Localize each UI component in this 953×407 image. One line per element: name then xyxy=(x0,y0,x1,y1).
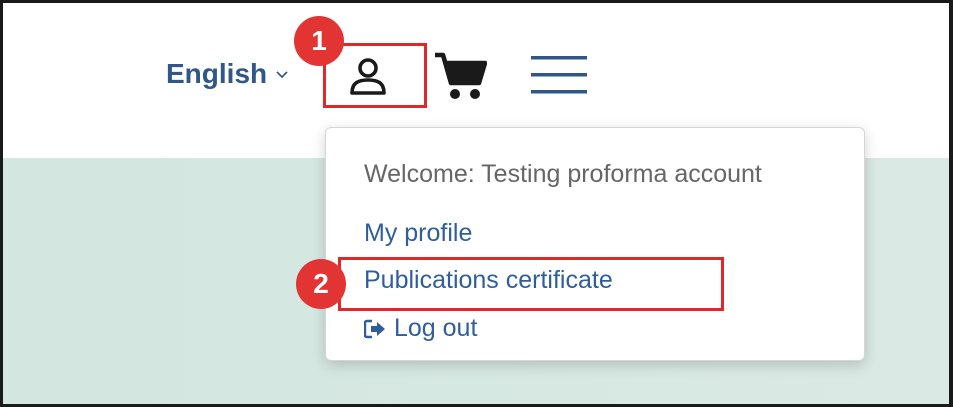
welcome-message: Welcome: Testing proforma account xyxy=(364,160,762,188)
menu-item-log-out[interactable]: Log out xyxy=(364,314,477,343)
step-badge-1: 1 xyxy=(294,16,344,66)
step-badge-2: 2 xyxy=(296,259,346,309)
cart-button[interactable] xyxy=(433,51,488,101)
log-out-label: Log out xyxy=(394,314,478,342)
hamburger-menu-button[interactable] xyxy=(531,55,587,95)
chevron-down-icon xyxy=(276,71,288,79)
menu-item-my-profile[interactable]: My profile xyxy=(364,219,472,248)
cart-icon xyxy=(435,52,488,99)
language-label: English xyxy=(166,58,268,89)
language-selector[interactable]: English xyxy=(166,58,289,90)
hamburger-menu-icon xyxy=(531,56,587,94)
highlight-box-publications-certificate xyxy=(338,257,724,311)
logout-icon xyxy=(364,319,385,338)
account-dropdown-menu: Welcome: Testing proforma account My pro… xyxy=(325,127,865,361)
screenshot-frame: English Welcome: Testing proforma accoun… xyxy=(0,0,953,407)
